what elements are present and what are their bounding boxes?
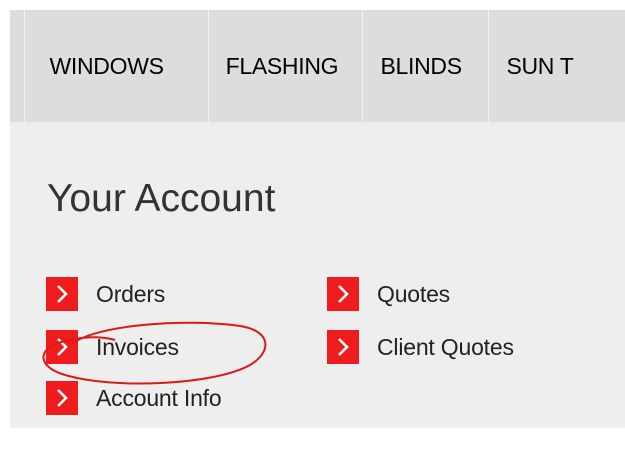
nav-item-blinds[interactable]: BLINDS <box>363 10 490 122</box>
invoices-link[interactable]: Invoices <box>46 330 179 364</box>
chevron-right-icon <box>46 381 78 415</box>
top-nav: WINDOWS FLASHING BLINDS SUN T <box>10 10 625 122</box>
account-info-label: Account Info <box>96 384 222 411</box>
invoices-label: Invoices <box>96 333 179 360</box>
orders-link[interactable]: Orders <box>46 277 165 311</box>
chevron-right-icon <box>46 330 78 364</box>
nav-item-sun[interactable]: SUN T <box>489 10 625 122</box>
chevron-right-icon <box>46 277 78 311</box>
client-quotes-label: Client Quotes <box>377 333 514 360</box>
quotes-label: Quotes <box>377 280 450 307</box>
chevron-right-icon <box>327 330 359 364</box>
orders-label: Orders <box>96 280 166 307</box>
client-quotes-link[interactable]: Client Quotes <box>327 330 514 364</box>
nav-item-flashing[interactable]: FLASHING <box>209 10 364 122</box>
page: WINDOWS FLASHING BLINDS SUN T Your Accou… <box>0 0 625 453</box>
page-title: Your Account <box>47 177 276 220</box>
quotes-link[interactable]: Quotes <box>327 277 450 311</box>
nav-item-windows[interactable]: WINDOWS <box>25 10 209 122</box>
account-info-link[interactable]: Account Info <box>46 381 222 415</box>
account-panel: Your Account Orders Invoices Account Inf… <box>10 122 625 428</box>
chevron-right-icon <box>327 277 359 311</box>
nav-item-previous[interactable] <box>10 10 25 122</box>
